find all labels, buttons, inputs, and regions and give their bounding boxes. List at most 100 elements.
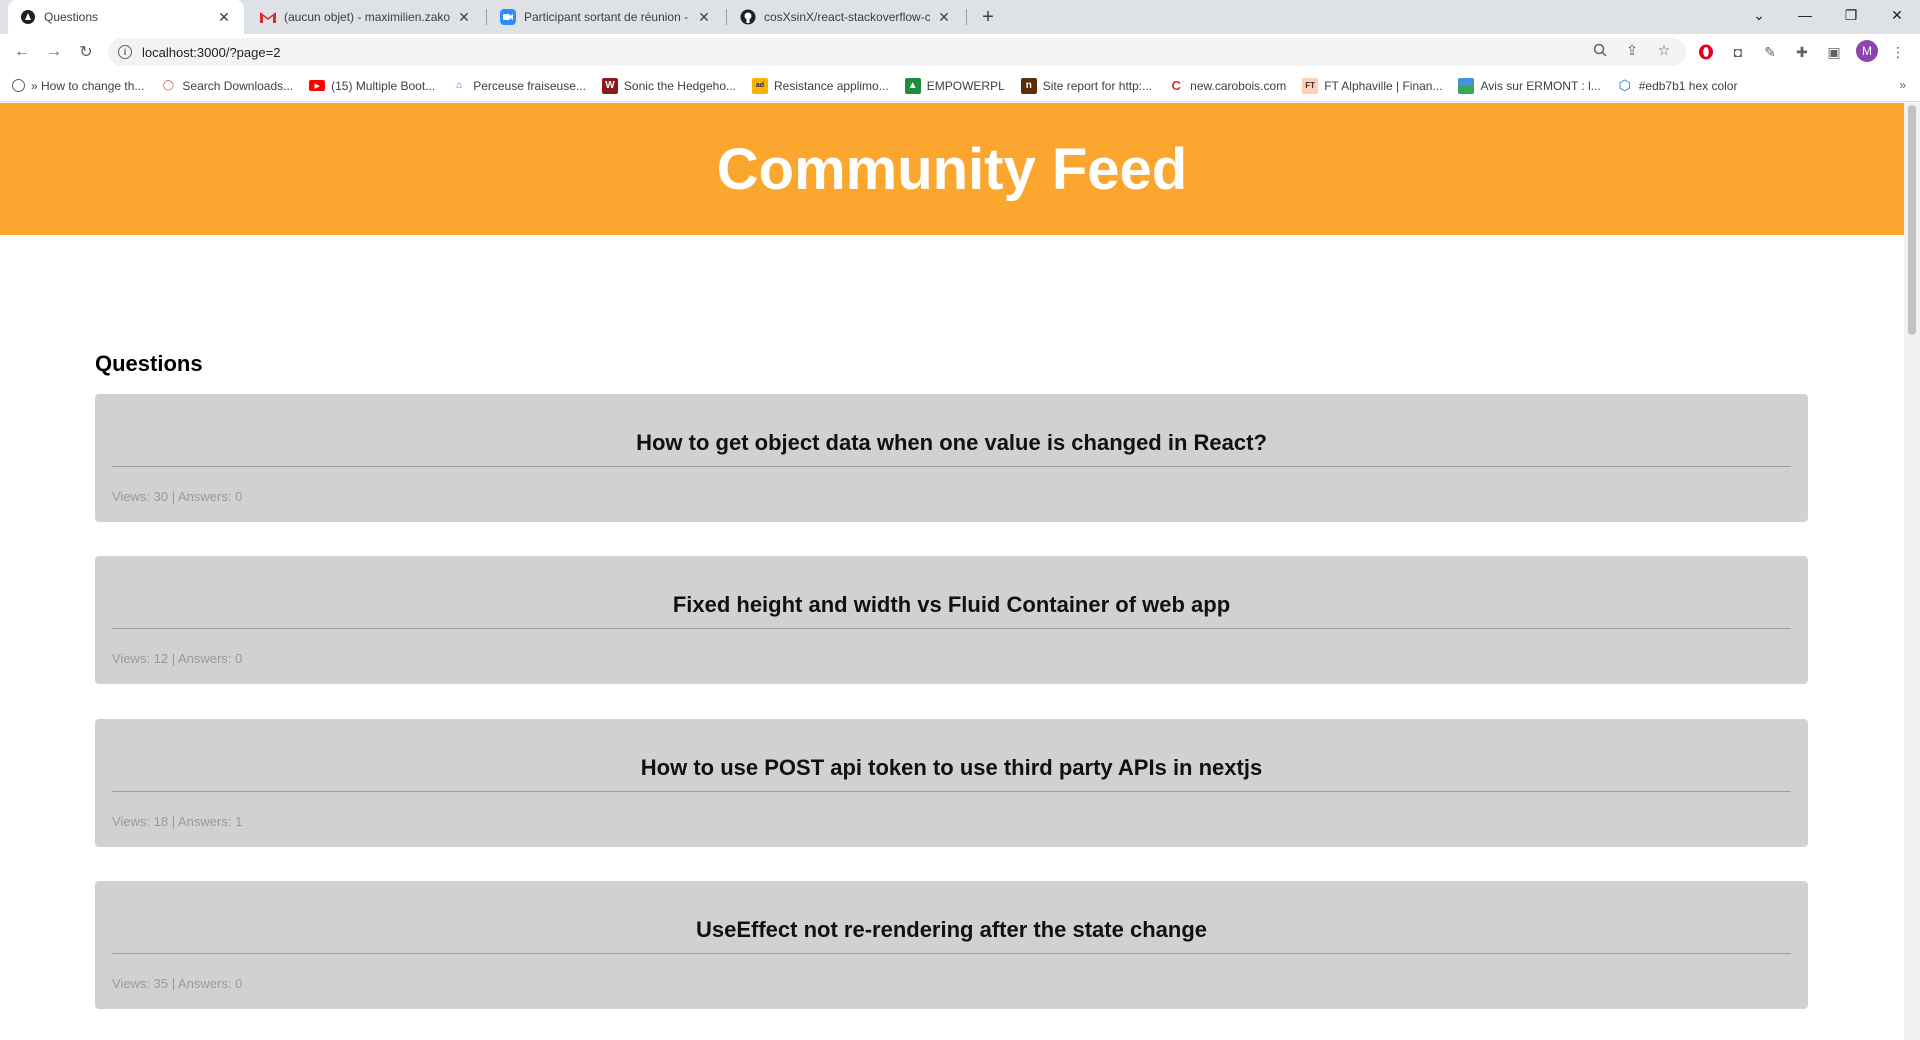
new-tab-button[interactable]: +	[976, 5, 1000, 29]
restore-button[interactable]: ❐	[1828, 0, 1874, 30]
question-title[interactable]: How to use POST api token to use third p…	[95, 755, 1808, 781]
tab-strip: Questions ✕ (aucun objet) - maximilien.z…	[0, 0, 1920, 34]
question-title[interactable]: UseEffect not re-rendering after the sta…	[95, 917, 1808, 943]
bookmark-label: Sonic the Hedgeho...	[623, 78, 736, 93]
zoom-icon	[500, 9, 516, 25]
opera-extension-icon[interactable]	[1696, 42, 1716, 62]
close-tab-icon[interactable]: ✕	[216, 9, 232, 25]
c-icon: C	[1171, 78, 1181, 93]
divider	[112, 791, 1791, 792]
bookmark-label: Resistance applimo...	[774, 78, 889, 93]
bookmarks-bar: » How to change th... ◯ Search Downloads.…	[0, 70, 1920, 102]
bookmark-label: #edb7b1 hex color	[1638, 78, 1738, 93]
scrollbar-thumb[interactable]	[1908, 105, 1916, 335]
question-card[interactable]: How to use POST api token to use third p…	[95, 719, 1808, 847]
puzzle-extensions-icon[interactable]: ✚	[1792, 42, 1812, 62]
bookmark-item[interactable]: » How to change th...	[12, 79, 144, 93]
gmail-icon	[260, 9, 276, 25]
question-title[interactable]: Fixed height and width vs Fluid Containe…	[95, 592, 1808, 618]
close-tab-icon[interactable]: ✕	[456, 9, 472, 25]
landscape-icon	[1458, 77, 1475, 94]
menu-kebab-icon[interactable]: ⋮	[1888, 42, 1908, 62]
mountain-icon: ▲	[904, 77, 921, 94]
bookmarks-overflow-icon[interactable]: »	[1899, 78, 1906, 92]
bookmark-item[interactable]: ◯ Search Downloads...	[160, 78, 293, 94]
page-viewport: Community Feed Questions How to get obje…	[0, 103, 1920, 1040]
camera-extension-icon[interactable]: ◘	[1728, 42, 1748, 62]
shop-icon: ⌂	[456, 80, 463, 91]
bookmark-item[interactable]: ⌂ Perceuse fraiseuse...	[451, 78, 586, 94]
bookmark-label: new.carobois.com	[1190, 78, 1287, 93]
back-arrow-icon[interactable]: ←	[10, 40, 34, 64]
bookmark-item[interactable]: ▲ EMPOWERPL	[904, 77, 1005, 94]
page-title: Community Feed	[716, 136, 1188, 202]
bookmark-item[interactable]: ⬡ #edb7b1 hex color	[1617, 77, 1738, 94]
bookmark-item[interactable]: Cnew.carobois.com	[1168, 78, 1286, 94]
question-card[interactable]: UseEffect not re-rendering after the sta…	[95, 881, 1808, 1009]
bookmark-label: Search Downloads...	[182, 78, 294, 93]
divider	[112, 628, 1791, 629]
reload-icon[interactable]: ↻	[74, 40, 98, 64]
ad-icon: ad	[752, 77, 768, 94]
bookmark-item[interactable]: n Site report for http:...	[1020, 77, 1153, 94]
question-card[interactable]: How to get object data when one value is…	[95, 394, 1808, 522]
question-stats: Views: 18 | Answers: 1	[112, 814, 243, 829]
page-header: Community Feed	[0, 103, 1904, 235]
question-stats: Views: 30 | Answers: 0	[112, 489, 243, 504]
bookmark-label: Perceuse fraiseuse...	[473, 78, 586, 93]
wiki-icon: W	[601, 77, 618, 94]
site-info-icon[interactable]: i	[118, 45, 132, 59]
bookmark-item[interactable]: W Sonic the Hedgeho...	[601, 77, 736, 94]
tab-title: (aucun objet) - maximilien.zakow	[284, 10, 450, 24]
zoom-magnifier-icon[interactable]	[1590, 40, 1610, 60]
address-bar[interactable]: i localhost:3000/?page=2	[108, 38, 1686, 66]
ft-icon: FT	[1302, 77, 1319, 94]
tab-questions[interactable]: Questions ✕	[8, 0, 244, 34]
tab-separator	[726, 9, 727, 25]
divider	[112, 953, 1791, 954]
profile-avatar[interactable]: M	[1856, 40, 1878, 62]
bookmark-label: (15) Multiple Boot...	[331, 78, 436, 93]
bookmark-item[interactable]: Avis sur ERMONT : l...	[1458, 77, 1601, 94]
minimize-button[interactable]: —	[1782, 0, 1828, 30]
question-stats: Views: 12 | Answers: 0	[112, 651, 243, 666]
react-app-icon	[20, 9, 36, 25]
tab-title: Questions	[44, 10, 99, 24]
questions-heading: Questions	[95, 351, 203, 376]
bookmark-star-icon[interactable]: ☆	[1654, 40, 1674, 60]
tab-github[interactable]: cosXsinX/react-stackoverflow-co ✕	[728, 0, 964, 34]
tab-separator	[966, 9, 967, 25]
hex-icon: ⬡	[1618, 77, 1631, 93]
side-panel-icon[interactable]: ▣	[1824, 42, 1844, 62]
bookmark-label: » How to change th...	[31, 78, 145, 93]
opera-icon: ◯	[162, 80, 174, 91]
bookmark-item[interactable]: ad Resistance applimo...	[752, 77, 889, 94]
vertical-scrollbar[interactable]	[1904, 103, 1920, 1040]
bookmark-label: Avis sur ERMONT : l...	[1480, 78, 1601, 93]
bookmark-item[interactable]: FT FT Alphaville | Finan...	[1302, 77, 1442, 94]
bookmark-label: Site report for http:...	[1042, 78, 1153, 93]
share-icon[interactable]: ⇪	[1622, 40, 1642, 60]
url-text: localhost:3000/?page=2	[142, 44, 281, 60]
youtube-icon: ▶	[309, 80, 326, 91]
eyedropper-extension-icon[interactable]: ✎	[1760, 42, 1780, 62]
bookmark-item[interactable]: ▶ (15) Multiple Boot...	[309, 79, 435, 93]
close-tab-icon[interactable]: ✕	[936, 9, 952, 25]
tab-title: cosXsinX/react-stackoverflow-co	[764, 10, 930, 24]
close-window-button[interactable]: ✕	[1874, 0, 1920, 30]
question-stats: Views: 35 | Answers: 0	[112, 976, 243, 991]
tab-separator	[486, 9, 487, 25]
github-icon	[740, 9, 756, 25]
globe-icon	[12, 79, 25, 92]
forward-arrow-icon[interactable]: →	[42, 40, 66, 64]
divider	[112, 466, 1791, 467]
tab-gmail[interactable]: (aucun objet) - maximilien.zakow ✕	[248, 0, 484, 34]
netcraft-icon: n	[1020, 77, 1037, 94]
tab-search-icon[interactable]: ⌄	[1736, 0, 1782, 30]
tab-zoom[interactable]: Participant sortant de réunion - 2 ✕	[488, 0, 724, 34]
bookmark-label: EMPOWERPL	[926, 78, 1005, 93]
close-tab-icon[interactable]: ✕	[696, 9, 712, 25]
question-title[interactable]: How to get object data when one value is…	[95, 430, 1808, 456]
question-card[interactable]: Fixed height and width vs Fluid Containe…	[95, 556, 1808, 684]
browser-toolbar: ← → ↻ i localhost:3000/?page=2 ⇪ ☆ ◘ ✎ ✚…	[0, 34, 1920, 70]
